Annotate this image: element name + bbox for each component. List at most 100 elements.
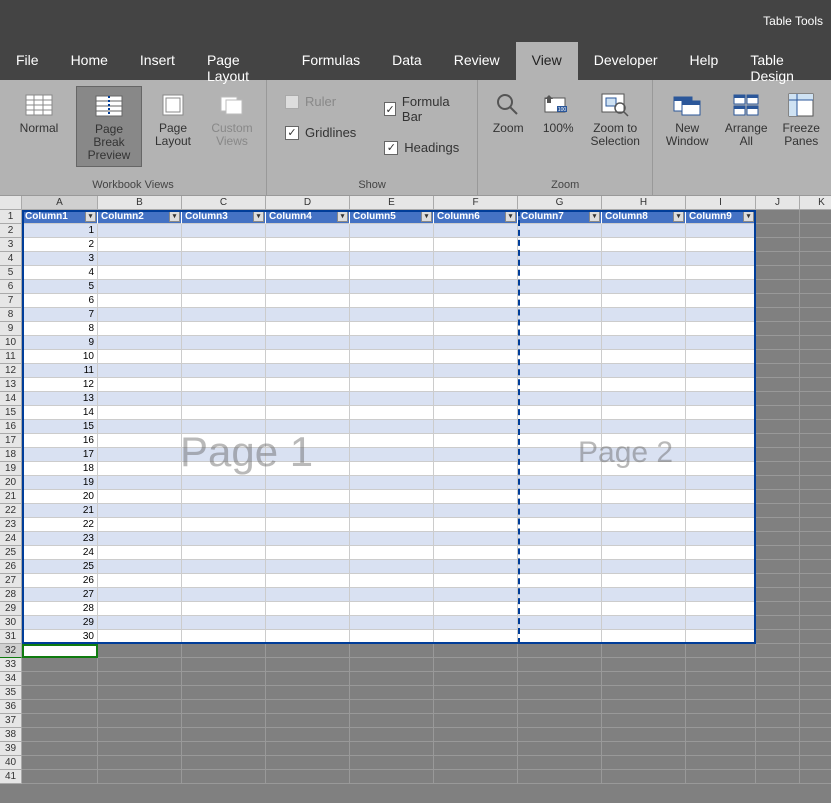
cell[interactable]	[434, 672, 518, 686]
cell[interactable]: Column7▾	[518, 210, 602, 224]
cell[interactable]	[518, 686, 602, 700]
cell[interactable]	[350, 252, 434, 266]
cell[interactable]	[266, 266, 350, 280]
cell[interactable]	[602, 252, 686, 266]
cell[interactable]	[350, 420, 434, 434]
cell[interactable]	[756, 406, 800, 420]
cell[interactable]	[350, 364, 434, 378]
cell[interactable]	[434, 378, 518, 392]
cell[interactable]	[756, 252, 800, 266]
cell[interactable]	[98, 714, 182, 728]
cell[interactable]	[350, 546, 434, 560]
cell[interactable]	[686, 294, 756, 308]
row-header-8[interactable]: 8	[0, 308, 22, 322]
cell[interactable]	[182, 504, 266, 518]
cell[interactable]	[756, 560, 800, 574]
cell[interactable]	[518, 560, 602, 574]
cell[interactable]: 8	[22, 322, 98, 336]
row-header-29[interactable]: 29	[0, 602, 22, 616]
row-header-5[interactable]: 5	[0, 266, 22, 280]
cell[interactable]	[98, 448, 182, 462]
cell[interactable]	[800, 350, 831, 364]
cell[interactable]: 12	[22, 378, 98, 392]
cell[interactable]	[602, 336, 686, 350]
cell[interactable]	[22, 756, 98, 770]
cell[interactable]	[518, 308, 602, 322]
row-header-6[interactable]: 6	[0, 280, 22, 294]
cell[interactable]: Column6▾	[434, 210, 518, 224]
cell[interactable]	[686, 238, 756, 252]
cell[interactable]	[686, 462, 756, 476]
tab-home[interactable]: Home	[55, 42, 124, 80]
cell[interactable]	[98, 308, 182, 322]
cell[interactable]: 14	[22, 406, 98, 420]
cell[interactable]	[800, 728, 831, 742]
cell[interactable]	[266, 518, 350, 532]
filter-dropdown-icon[interactable]: ▾	[743, 211, 754, 222]
cell[interactable]	[98, 434, 182, 448]
cell[interactable]	[602, 770, 686, 784]
row-header-26[interactable]: 26	[0, 560, 22, 574]
cell[interactable]	[98, 728, 182, 742]
cell[interactable]	[602, 406, 686, 420]
cell[interactable]	[756, 630, 800, 644]
cell[interactable]	[756, 490, 800, 504]
cell[interactable]	[182, 350, 266, 364]
cell[interactable]	[434, 686, 518, 700]
cell[interactable]	[686, 672, 756, 686]
cell[interactable]	[182, 770, 266, 784]
cell[interactable]	[756, 714, 800, 728]
cell[interactable]	[756, 546, 800, 560]
cell[interactable]	[350, 504, 434, 518]
cell[interactable]	[686, 434, 756, 448]
cell[interactable]	[266, 616, 350, 630]
row-header-2[interactable]: 2	[0, 224, 22, 238]
cell[interactable]	[602, 742, 686, 756]
cell[interactable]	[266, 280, 350, 294]
cell[interactable]	[800, 756, 831, 770]
custom-views-button[interactable]: Custom Views	[204, 86, 260, 152]
freeze-panes-button[interactable]: Freeze Panes	[777, 86, 825, 152]
cell[interactable]	[22, 686, 98, 700]
cell[interactable]	[756, 700, 800, 714]
cell[interactable]	[686, 532, 756, 546]
cell[interactable]	[98, 742, 182, 756]
row-header-10[interactable]: 10	[0, 336, 22, 350]
cell[interactable]	[350, 448, 434, 462]
cell[interactable]	[98, 490, 182, 504]
cell[interactable]	[518, 280, 602, 294]
cell[interactable]	[98, 588, 182, 602]
filter-dropdown-icon[interactable]: ▾	[505, 211, 516, 222]
col-header-G[interactable]: G	[518, 196, 602, 210]
cell[interactable]	[266, 336, 350, 350]
cell[interactable]	[434, 238, 518, 252]
cell[interactable]	[756, 462, 800, 476]
cell[interactable]	[686, 350, 756, 364]
cell[interactable]	[266, 378, 350, 392]
cell[interactable]	[434, 350, 518, 364]
cell[interactable]	[518, 588, 602, 602]
cell[interactable]	[350, 658, 434, 672]
row-header-37[interactable]: 37	[0, 714, 22, 728]
cell[interactable]	[182, 252, 266, 266]
headings-checkbox[interactable]: ✓ Headings	[382, 136, 461, 159]
cell[interactable]	[266, 476, 350, 490]
cell[interactable]	[518, 714, 602, 728]
tab-view[interactable]: View	[516, 42, 578, 80]
new-window-button[interactable]: New Window	[659, 86, 715, 152]
cell[interactable]	[800, 742, 831, 756]
cell[interactable]	[756, 658, 800, 672]
cell[interactable]	[756, 672, 800, 686]
cell[interactable]: 26	[22, 574, 98, 588]
cell[interactable]	[800, 392, 831, 406]
cell[interactable]	[98, 756, 182, 770]
cell[interactable]	[434, 434, 518, 448]
cell[interactable]: 23	[22, 532, 98, 546]
cell[interactable]	[800, 672, 831, 686]
cell[interactable]	[434, 280, 518, 294]
cell[interactable]	[350, 266, 434, 280]
cell[interactable]	[350, 434, 434, 448]
cell[interactable]	[98, 518, 182, 532]
cell[interactable]	[434, 462, 518, 476]
cell[interactable]	[518, 770, 602, 784]
